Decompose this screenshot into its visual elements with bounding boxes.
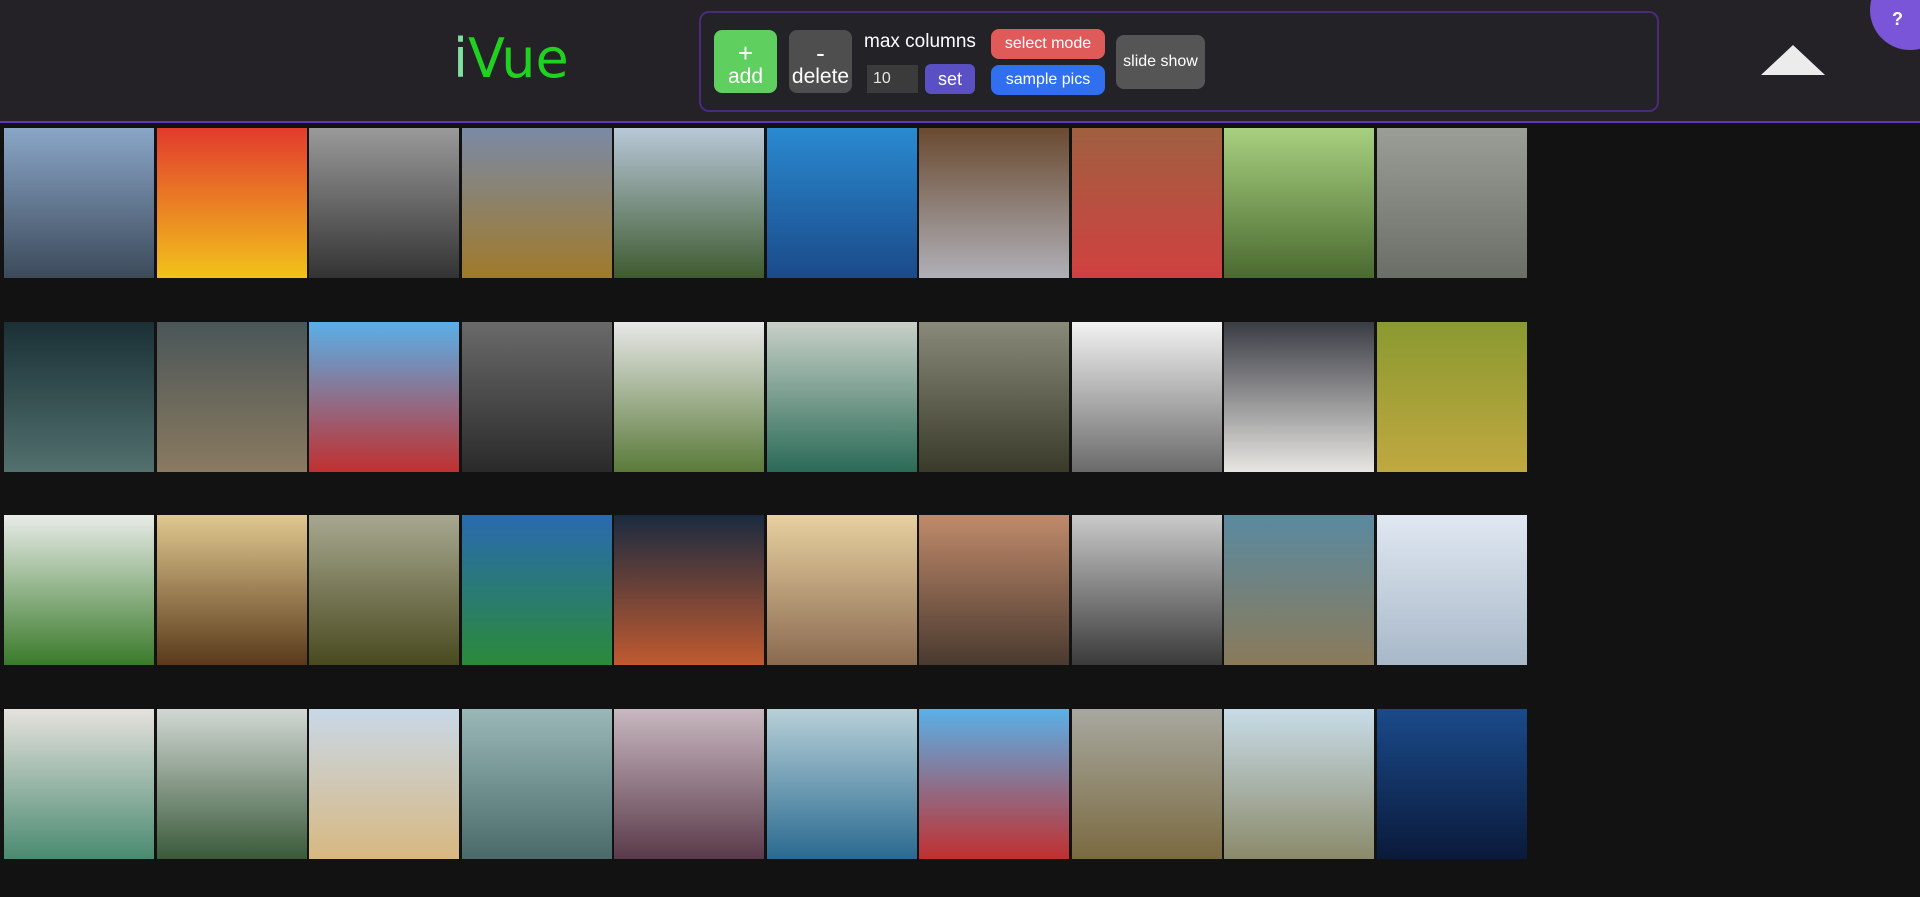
gallery-image-purple-misty-trees[interactable] bbox=[614, 708, 764, 859]
gallery-image-rocky-river[interactable] bbox=[919, 321, 1069, 472]
delete-label: delete bbox=[791, 65, 850, 88]
gallery-image-frog-in-algae[interactable] bbox=[1224, 128, 1374, 278]
app-logo: iVue bbox=[453, 26, 569, 92]
collapse-arrow-icon[interactable] bbox=[1761, 45, 1825, 75]
help-label: ? bbox=[1892, 9, 1903, 29]
slide-show-button[interactable]: slide show bbox=[1116, 35, 1205, 89]
minus-icon: - bbox=[816, 38, 825, 68]
logo-text: Vue bbox=[468, 27, 569, 90]
gallery-image-sunrise-fog[interactable] bbox=[919, 515, 1069, 665]
gallery-image-stadium-crowd[interactable] bbox=[461, 515, 612, 665]
gallery-image-laptop-phone[interactable] bbox=[919, 128, 1069, 278]
gallery-image-field-horizon[interactable] bbox=[461, 128, 612, 278]
gallery-image-european-town[interactable] bbox=[766, 515, 917, 665]
gallery-image-succulent-terrarium[interactable] bbox=[4, 515, 154, 665]
gallery-image-wooden-dome[interactable] bbox=[156, 515, 307, 665]
gallery-image-frosted-plants[interactable] bbox=[1376, 515, 1527, 665]
gallery-image-snowy-green-hill[interactable] bbox=[614, 321, 764, 472]
gallery-image-canoe-on-lake[interactable] bbox=[766, 321, 917, 472]
gallery-image-foggy-trees[interactable] bbox=[156, 708, 307, 859]
gallery-image-blue-wave[interactable] bbox=[1376, 708, 1527, 859]
gallery-image-city-night-reflection[interactable] bbox=[4, 321, 154, 472]
max-columns-input[interactable] bbox=[867, 65, 918, 93]
top-bar: iVue + add - delete max columns set sele… bbox=[0, 0, 1920, 123]
delete-button[interactable]: - delete bbox=[789, 30, 852, 93]
gallery-image-american-flag[interactable] bbox=[309, 321, 459, 472]
gallery-image-foggy-coast[interactable] bbox=[1376, 128, 1527, 278]
gallery-image-rocky-shore-sea[interactable] bbox=[766, 708, 917, 859]
gallery-image-old-truck[interactable] bbox=[1071, 708, 1222, 859]
gallery-image-church-interior[interactable] bbox=[1071, 515, 1222, 665]
gallery-image-aerial-highway[interactable] bbox=[1224, 515, 1374, 665]
gallery-image-stormy-beach[interactable] bbox=[156, 321, 307, 472]
gallery-image-cyclists-blur[interactable] bbox=[309, 128, 459, 278]
gallery-image-desk-keyboard[interactable] bbox=[1224, 321, 1374, 472]
gallery-image-desk-stickers[interactable] bbox=[1071, 128, 1222, 278]
gallery-image-flatlay-accessories[interactable] bbox=[461, 321, 612, 472]
gallery-image-red-yellow-stripes[interactable] bbox=[156, 128, 307, 278]
gallery-image-cup-on-bed[interactable] bbox=[4, 708, 154, 859]
gallery-image-green-valley-sky[interactable] bbox=[309, 515, 459, 665]
set-button[interactable]: set bbox=[925, 64, 975, 94]
gallery-image-mountain-road-tunnel[interactable] bbox=[614, 128, 764, 278]
gallery-image-misty-sea[interactable] bbox=[1071, 321, 1222, 472]
gallery-image-american-flag-2[interactable] bbox=[919, 708, 1069, 859]
sample-pics-button[interactable]: sample pics bbox=[991, 65, 1105, 95]
add-button[interactable]: + add bbox=[714, 30, 777, 93]
gallery-image-white-building-sea[interactable] bbox=[309, 708, 459, 859]
select-mode-button[interactable]: select mode bbox=[991, 29, 1105, 59]
max-columns-label: max columns bbox=[864, 31, 976, 52]
gallery-image-paper-on-table[interactable] bbox=[461, 708, 612, 859]
add-label: add bbox=[727, 65, 764, 88]
gallery-image-green-forest-moss[interactable] bbox=[1376, 321, 1527, 472]
logo-letter-i: i bbox=[453, 27, 469, 90]
gallery-image-man-by-lake[interactable] bbox=[4, 128, 154, 278]
plus-icon: + bbox=[737, 38, 754, 68]
gallery-image-sea-cave[interactable] bbox=[766, 128, 917, 278]
gallery-image-night-sky-rock[interactable] bbox=[614, 515, 764, 665]
gallery-image-boardwalk-beach[interactable] bbox=[1224, 708, 1374, 859]
